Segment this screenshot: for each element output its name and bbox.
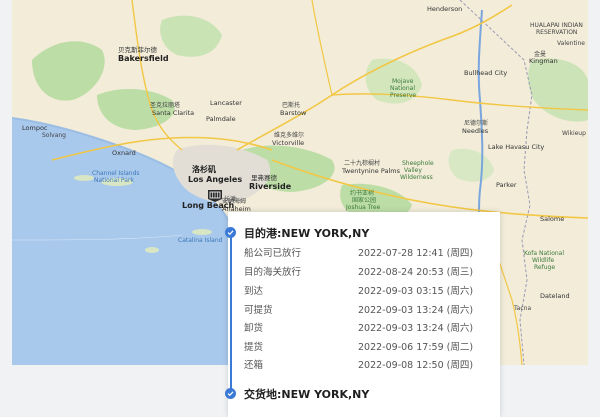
event-time: 2022-09-08 12:50 (周四) bbox=[358, 360, 474, 371]
map-label-los-angeles: Los Angeles bbox=[188, 175, 243, 184]
event-name: 目的海关放行 bbox=[244, 267, 302, 278]
map-label: Victorville bbox=[272, 139, 305, 147]
map-label: Kofa National bbox=[524, 250, 565, 257]
map-label: 贝克斯菲尔德 bbox=[118, 46, 157, 54]
map-label: 里弗赛德 bbox=[251, 174, 277, 182]
event-time: 2022-09-03 03:15 (周六) bbox=[358, 286, 474, 297]
map-label: Lompoc bbox=[22, 124, 48, 132]
event-name: 提货 bbox=[244, 342, 264, 353]
map-label: Santa Clarita bbox=[152, 109, 195, 117]
map-label: 巴斯托 bbox=[282, 102, 301, 109]
map-label: RESERVATION bbox=[536, 29, 578, 36]
map-label: Wildlife bbox=[532, 257, 555, 264]
event-name: 到达 bbox=[244, 286, 264, 297]
map-label: Needles bbox=[462, 127, 489, 135]
map-label: Tacna bbox=[514, 305, 532, 312]
map-label: Salome bbox=[540, 215, 565, 223]
map-label: Mojave bbox=[392, 78, 414, 85]
port-of-discharge-title: 目的港:NEW YORK,NY bbox=[244, 227, 370, 240]
timeline-event-row: 目的海关放行 2022-08-24 20:53 (周三) bbox=[244, 262, 494, 280]
map-label: Valley bbox=[404, 167, 422, 174]
map-label: Henderson bbox=[427, 5, 463, 13]
map-label: Kingman bbox=[529, 57, 558, 65]
check-circle-icon bbox=[225, 388, 236, 399]
event-time: 2022-09-03 13:24 (周六) bbox=[358, 323, 474, 334]
map-label: 金曼 bbox=[534, 51, 547, 58]
map-label: Preserve bbox=[390, 92, 417, 99]
map-label: Lancaster bbox=[210, 99, 242, 107]
map-label: Oxnard bbox=[112, 149, 136, 157]
map-label: Sheephole bbox=[402, 160, 434, 167]
map-label: Parker bbox=[496, 181, 517, 189]
timeline-event-row: 还箱 2022-09-08 12:50 (周四) bbox=[244, 355, 494, 373]
event-time: 2022-09-03 13:24 (周六) bbox=[358, 305, 474, 316]
map-label-los-angeles-cn: 洛杉矶 bbox=[192, 165, 216, 174]
map-label: Wikieup bbox=[562, 130, 586, 137]
map-label: 安纳海姆 bbox=[222, 198, 247, 205]
event-time: 2022-08-24 20:53 (周三) bbox=[358, 267, 474, 278]
timeline-event-row: 到达 2022-09-03 03:15 (周六) bbox=[244, 281, 494, 299]
timeline-event-row: 卸货 2022-09-03 13:24 (周六) bbox=[244, 318, 494, 336]
map-label: Barstow bbox=[280, 109, 307, 117]
map-label: Wilderness bbox=[400, 174, 433, 181]
map-label: 尼德尔斯 bbox=[464, 120, 489, 127]
ship-marker-icon[interactable] bbox=[205, 188, 225, 203]
map-label: 国家公园 bbox=[352, 197, 377, 204]
event-name: 可提货 bbox=[244, 305, 273, 316]
timeline-line bbox=[230, 232, 232, 397]
map-label: Solvang bbox=[42, 132, 66, 139]
event-name: 卸货 bbox=[244, 323, 264, 334]
map-label: 二十九棕榈村 bbox=[344, 160, 381, 167]
map-label: 维克多维尔 bbox=[274, 132, 305, 139]
event-time: 2022-07-28 12:41 (周四) bbox=[358, 248, 474, 259]
event-name: 船公司已放行 bbox=[244, 248, 302, 259]
map-label: Lake Havasu City bbox=[488, 143, 545, 151]
map-label: Dateland bbox=[540, 292, 570, 300]
map-label: Catalina Island bbox=[178, 237, 223, 244]
map-label: Twentynine Palms bbox=[342, 167, 400, 175]
map-label: 圣克拉丽塔 bbox=[150, 102, 181, 109]
timeline-event-row: 可提货 2022-09-03 13:24 (周六) bbox=[244, 300, 494, 318]
map-label: National bbox=[390, 85, 416, 92]
map-label: 约书亚树 bbox=[350, 190, 375, 197]
map-label: Palmdale bbox=[206, 115, 236, 123]
event-time: 2022-09-06 17:59 (周二) bbox=[358, 342, 474, 353]
map-label: National Park bbox=[94, 177, 134, 184]
place-of-delivery-title: 交货地:NEW YORK,NY bbox=[244, 388, 370, 401]
map-label: Channel Islands bbox=[92, 170, 140, 177]
map-label: Refuge bbox=[534, 264, 556, 271]
shipment-timeline-panel: 目的港:NEW YORK,NY 船公司已放行 2022-07-28 12:41 … bbox=[225, 212, 500, 417]
map-label-riverside: Riverside bbox=[249, 182, 292, 191]
map-label: Bakersfield bbox=[118, 54, 169, 63]
check-circle-icon bbox=[225, 227, 236, 238]
map-label: Joshua Tree bbox=[346, 204, 381, 211]
map-label: HUALAPAI INDIAN bbox=[530, 22, 583, 29]
map-label: Bullhead City bbox=[464, 69, 508, 77]
timeline-event-row: 提货 2022-09-06 17:59 (周二) bbox=[244, 337, 494, 355]
timeline-event-row: 船公司已放行 2022-07-28 12:41 (周四) bbox=[244, 243, 494, 261]
map-label: Valentine bbox=[557, 40, 585, 47]
event-name: 还箱 bbox=[244, 360, 264, 371]
